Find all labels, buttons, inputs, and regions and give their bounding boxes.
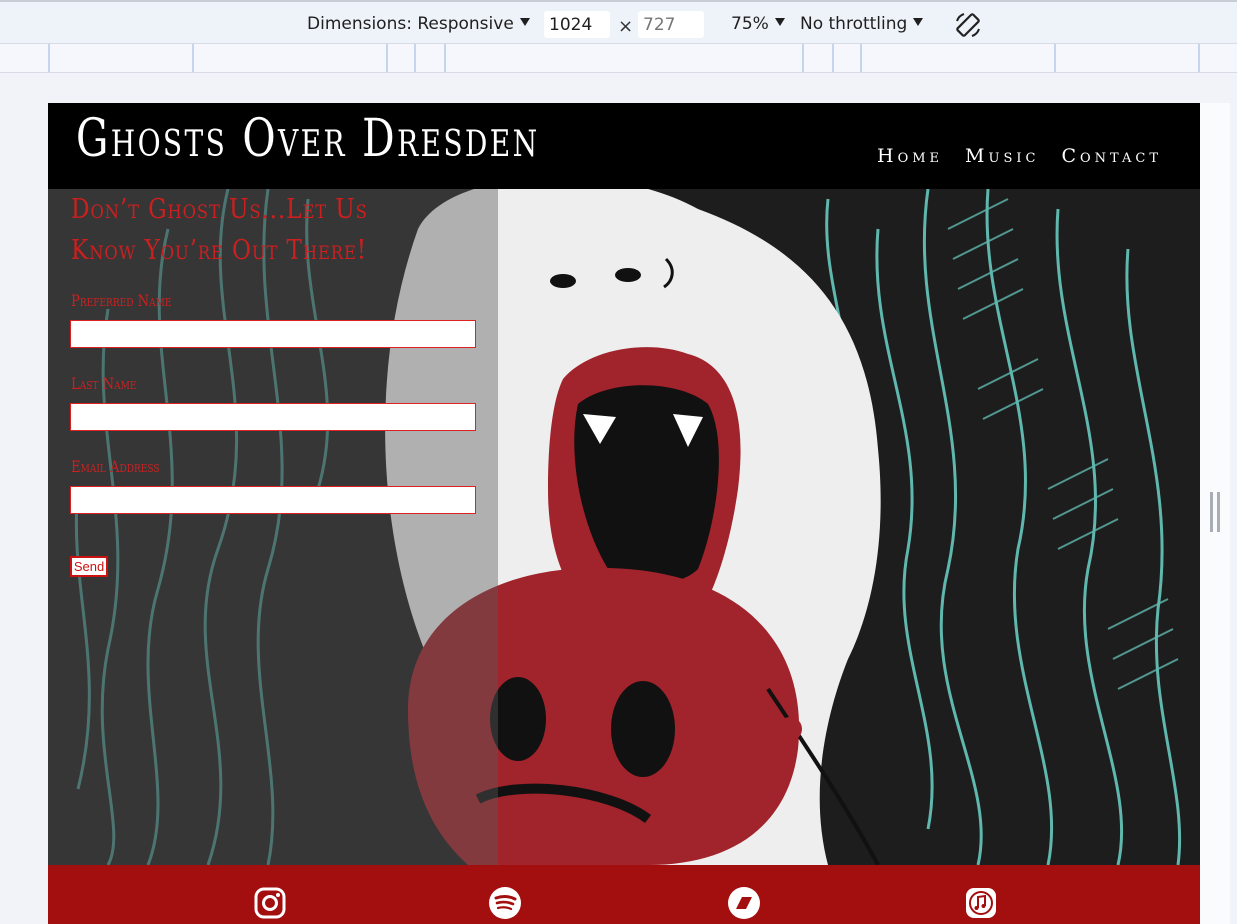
instagram-icon[interactable] bbox=[253, 886, 287, 920]
width-input[interactable] bbox=[544, 11, 610, 38]
last-name-field[interactable] bbox=[70, 403, 476, 431]
media-query-ruler bbox=[0, 44, 1237, 73]
hero-artwork: Don’t Ghost Us...Let Us Know You’re Out … bbox=[48, 189, 1200, 865]
nav-music[interactable]: Music bbox=[965, 145, 1039, 167]
preferred-name-field[interactable] bbox=[70, 320, 476, 348]
rotate-icon[interactable] bbox=[953, 10, 983, 40]
zoom-label: 75% bbox=[731, 14, 769, 34]
nav-home[interactable]: Home bbox=[877, 145, 943, 167]
throttling-label: No throttling bbox=[800, 14, 908, 34]
site-header: Ghosts Over Dresden Home Music Contact bbox=[48, 103, 1200, 189]
chevron-down-icon bbox=[774, 18, 785, 26]
main-nav: Home Music Contact bbox=[877, 145, 1162, 167]
itunes-icon[interactable] bbox=[964, 886, 998, 920]
dimension-separator: × bbox=[618, 16, 634, 37]
site-footer bbox=[48, 865, 1200, 924]
ruler-mark bbox=[1054, 44, 1056, 72]
send-button[interactable]: Send bbox=[70, 556, 108, 577]
ruler-mark bbox=[832, 44, 834, 72]
bandcamp-icon[interactable] bbox=[727, 886, 761, 920]
ruler-mark bbox=[414, 44, 416, 72]
dimensions-label: Dimensions: Responsive bbox=[307, 14, 514, 34]
ruler-mark bbox=[1198, 44, 1200, 72]
ruler-mark bbox=[802, 44, 804, 72]
ruler-mark bbox=[386, 44, 388, 72]
height-input[interactable] bbox=[638, 11, 704, 38]
throttling-dropdown[interactable]: No throttling bbox=[800, 14, 924, 34]
chevron-down-icon bbox=[913, 18, 924, 26]
ruler-mark bbox=[860, 44, 862, 72]
ruler-mark bbox=[48, 44, 50, 72]
email-address-label: Email Address bbox=[71, 457, 160, 476]
resize-handle[interactable] bbox=[1210, 492, 1220, 532]
last-name-label: Last Name bbox=[71, 374, 137, 393]
chevron-down-icon bbox=[519, 18, 530, 26]
device-toolbar: Dimensions: Responsive × 75% No throttli… bbox=[0, 0, 1237, 44]
dimensions-dropdown[interactable]: Dimensions: Responsive bbox=[307, 14, 530, 34]
ruler-mark bbox=[192, 44, 194, 72]
form-heading: Don’t Ghost Us...Let Us Know You’re Out … bbox=[71, 194, 368, 266]
preferred-name-label: Preferred Name bbox=[71, 291, 172, 310]
site-title[interactable]: Ghosts Over Dresden bbox=[76, 109, 540, 169]
zoom-dropdown[interactable]: 75% bbox=[731, 14, 785, 34]
spotify-icon[interactable] bbox=[488, 886, 522, 920]
contact-form-panel: Don’t Ghost Us...Let Us Know You’re Out … bbox=[48, 189, 498, 865]
ruler-mark bbox=[444, 44, 446, 72]
nav-contact[interactable]: Contact bbox=[1061, 145, 1162, 167]
email-field[interactable] bbox=[70, 486, 476, 514]
page-viewport: Ghosts Over Dresden Home Music Contact D… bbox=[48, 103, 1200, 924]
